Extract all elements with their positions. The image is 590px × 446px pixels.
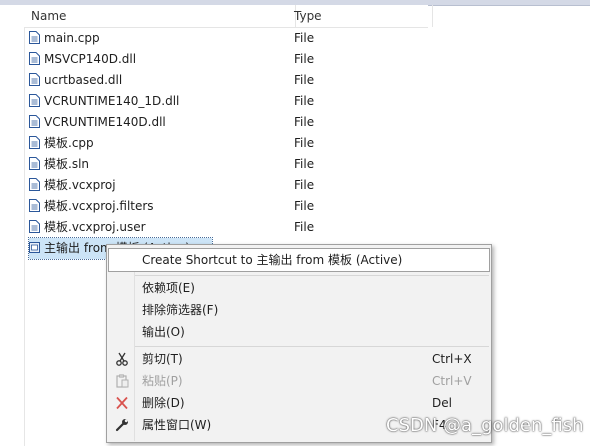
column-header: Name Type [24, 5, 433, 28]
menu-item-label: 剪切(T) [142, 352, 183, 366]
file-icon [29, 199, 44, 213]
menu-item-shortcut: Ctrl+V [432, 374, 472, 388]
file-type: File [294, 199, 315, 213]
watermark: CSDN @a_golden_fish [386, 415, 584, 436]
file-row[interactable]: VCRUNTIME140_1D.dll File [24, 91, 428, 112]
context-menu: Create Shortcut to 主输出 from 模板 (Active) … [106, 244, 492, 443]
file-type: File [294, 73, 315, 87]
output-icon [29, 241, 44, 255]
file-name-cell: main.cpp [29, 28, 100, 49]
delete-x-icon [116, 396, 128, 410]
menu-item-paste[interactable]: 粘贴(P) Ctrl+V [109, 370, 489, 392]
menu-separator [135, 346, 489, 347]
file-icon [29, 31, 44, 45]
file-name: 模板.cpp [44, 136, 94, 150]
file-icon [29, 220, 44, 234]
file-list: main.cpp File MSVCP140D.dll File ucrtbased.d… [24, 28, 428, 260]
file-name: ucrtbased.dll [44, 73, 123, 87]
file-name-cell: 模板.cpp [29, 133, 94, 154]
menu-item-label: 依赖项(E) [142, 281, 195, 295]
file-type: File [294, 220, 315, 234]
file-row[interactable]: 模板.vcxproj File [24, 175, 428, 196]
clipboard-icon [116, 374, 129, 388]
file-name-cell: 模板.vcxproj [29, 175, 116, 196]
file-icon [29, 52, 44, 66]
menu-item-label: Create Shortcut to 主输出 from 模板 (Active) [142, 253, 403, 267]
file-type: File [294, 31, 315, 45]
file-row[interactable]: 模板.vcxproj.filters File [24, 196, 428, 217]
file-type: File [294, 157, 315, 171]
file-name: VCRUNTIME140_1D.dll [44, 94, 180, 108]
file-type: File [294, 136, 315, 150]
file-type: File [294, 94, 315, 108]
menu-item-cut[interactable]: 剪切(T) Ctrl+X [109, 348, 489, 370]
file-name: 模板.sln [44, 157, 90, 171]
menu-item-label: 排除筛选器(F) [142, 303, 219, 317]
file-icon [29, 136, 44, 150]
file-name: main.cpp [44, 31, 100, 45]
file-name: 模板.vcxproj.filters [44, 199, 154, 213]
file-row[interactable]: 模板.cpp File [24, 133, 428, 154]
menu-item-exclude-filter[interactable]: 排除筛选器(F) [109, 299, 489, 321]
menu-item-label: 属性窗口(W) [142, 418, 212, 432]
wrench-icon [115, 419, 128, 432]
file-name-cell: 模板.vcxproj.user [29, 217, 146, 238]
file-type: File [294, 115, 315, 129]
file-icon [29, 94, 44, 108]
scissors-icon [116, 352, 128, 366]
file-name-cell: VCRUNTIME140D.dll [29, 112, 166, 133]
file-row[interactable]: ucrtbased.dll File [24, 70, 428, 91]
column-name-header[interactable]: Name [24, 5, 296, 27]
file-name-cell: MSVCP140D.dll [29, 49, 136, 70]
file-name: VCRUNTIME140D.dll [44, 115, 166, 129]
menu-item-label: 删除(D) [142, 396, 185, 410]
file-type: File [294, 52, 315, 66]
menu-item-output[interactable]: 输出(O) [109, 321, 489, 343]
file-row[interactable]: MSVCP140D.dll File [24, 49, 428, 70]
file-type: File [294, 178, 315, 192]
file-row[interactable]: 模板.vcxproj.user File [24, 217, 428, 238]
menu-separator [135, 275, 489, 276]
file-row[interactable]: VCRUNTIME140D.dll File [24, 112, 428, 133]
file-icon [29, 178, 44, 192]
file-row[interactable]: main.cpp File [24, 28, 428, 49]
file-icon [29, 73, 44, 87]
menu-item-dependencies[interactable]: 依赖项(E) [109, 277, 489, 299]
menu-item-label: 输出(O) [142, 325, 185, 339]
file-name-cell: ucrtbased.dll [29, 70, 122, 91]
menu-item-shortcut: Del [432, 396, 452, 410]
menu-item-label: 粘贴(P) [142, 374, 183, 388]
file-name-cell: VCRUNTIME140_1D.dll [29, 91, 179, 112]
file-name-cell: 模板.vcxproj.filters [29, 196, 154, 217]
menu-item-create-shortcut[interactable]: Create Shortcut to 主输出 from 模板 (Active) [108, 248, 490, 272]
menu-item-delete[interactable]: 删除(D) Del [109, 392, 489, 414]
file-row[interactable]: 模板.sln File [24, 154, 428, 175]
left-rail [0, 5, 25, 446]
column-type-header[interactable]: Type [289, 5, 433, 27]
file-name: MSVCP140D.dll [44, 52, 137, 66]
file-name-cell: 模板.sln [29, 154, 89, 175]
file-icon [29, 157, 44, 171]
file-name: 模板.vcxproj [44, 178, 116, 192]
file-name: 模板.vcxproj.user [44, 220, 146, 234]
file-icon [29, 115, 44, 129]
menu-item-shortcut: Ctrl+X [432, 352, 472, 366]
